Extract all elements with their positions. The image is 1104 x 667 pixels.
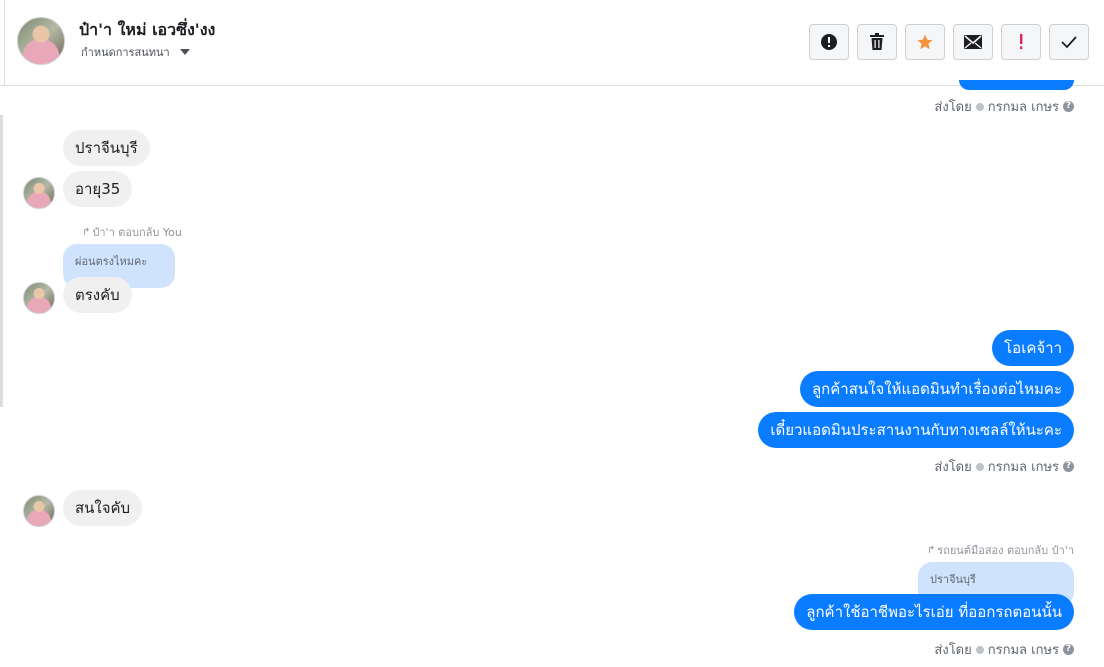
mark-unread-button[interactable] — [953, 24, 993, 60]
mail-icon — [964, 35, 982, 49]
help-icon[interactable]: ? — [1063, 644, 1074, 655]
check-icon — [1061, 36, 1077, 49]
sent-by-label: ส่งโดย กรกมล เกษร ? — [934, 96, 1074, 117]
message-bubble-outgoing — [959, 80, 1074, 90]
star-button[interactable] — [905, 24, 945, 60]
caret-down-icon — [179, 49, 190, 55]
reply-note: ↱ ป๋า'า ตอบกลับ You — [82, 223, 182, 241]
contact-name[interactable]: ป๋า'า ใหม่ เอวซึ่ง'งง — [79, 18, 215, 43]
help-icon[interactable]: ? — [1063, 101, 1074, 112]
avatar[interactable] — [17, 17, 65, 65]
conversation-settings-label: กำหนดการสนทนา — [81, 46, 170, 59]
message-bubble-outgoing[interactable]: โอเคจ้าา — [992, 330, 1074, 366]
star-icon — [917, 34, 933, 50]
reply-note-text: รถยนต์มือสอง ตอบกลับ ป๋า'า — [937, 544, 1074, 557]
delete-button[interactable] — [857, 24, 897, 60]
divider — [4, 0, 5, 86]
message-bubble-outgoing[interactable]: ลูกค้าสนใจให้แอดมินทำเรื่องต่อไหมคะ — [799, 371, 1074, 407]
status-dot-icon — [975, 645, 984, 654]
trash-icon — [870, 33, 884, 50]
reply-arrow-icon: ↱ — [926, 544, 936, 556]
conversation-settings[interactable]: กำหนดการสนทนา — [81, 43, 190, 61]
avatar[interactable] — [23, 495, 55, 527]
status-dot-icon — [975, 102, 984, 111]
message-bubble-incoming[interactable]: สนใจคับ — [63, 490, 143, 526]
avatar[interactable] — [23, 177, 55, 209]
status-dot-icon — [975, 462, 984, 471]
reply-note: ↱ รถยนต์มือสอง ตอบกลับ ป๋า'า — [927, 541, 1074, 559]
message-bubble-incoming[interactable]: ปราจีนบุรี — [63, 130, 150, 166]
sender-name[interactable]: กรกมล เกษร — [988, 639, 1059, 660]
avatar[interactable] — [23, 282, 55, 314]
message-bubble-incoming[interactable]: ตรงคับ — [63, 277, 132, 313]
message-bubble-incoming[interactable]: อายุ35 — [63, 171, 133, 207]
sender-name[interactable]: กรกมล เกษร — [988, 96, 1059, 117]
alert-button[interactable] — [809, 24, 849, 60]
toolbar — [809, 24, 1089, 60]
conversation-header: ป๋า'า ใหม่ เอวซึ่ง'งง กำหนดการสนทนา — [0, 0, 1104, 86]
exclamation-icon — [1020, 34, 1023, 50]
sent-by-prefix: ส่งโดย — [934, 643, 972, 658]
mark-spam-button[interactable] — [1001, 24, 1041, 60]
alert-icon — [821, 34, 837, 50]
scrollbar[interactable] — [0, 115, 3, 407]
reply-note-text: ป๋า'า ตอบกลับ You — [92, 226, 182, 239]
sender-name[interactable]: กรกมล เกษร — [988, 456, 1059, 477]
help-icon[interactable]: ? — [1063, 461, 1074, 472]
quoted-text: ปราจีนบุรี — [930, 573, 976, 586]
sent-by-label: ส่งโดย กรกมล เกษร ? — [934, 456, 1074, 477]
quoted-text: ผ่อนตรงไหมคะ — [75, 255, 148, 268]
sent-by-prefix: ส่งโดย — [934, 100, 972, 115]
message-bubble-outgoing[interactable]: เดี๋ยวแอดมินประสานงานกับทางเซลล์ให้นะคะ — [758, 412, 1074, 448]
sent-by-label: ส่งโดย กรกมล เกษร ? — [934, 639, 1074, 660]
message-bubble-outgoing[interactable]: ลูกค้าใช้อาชีพอะไรเอ่ย ที่ออกรถตอนนั้น — [794, 594, 1074, 630]
mark-done-button[interactable] — [1049, 24, 1089, 60]
reply-arrow-icon: ↱ — [82, 226, 91, 238]
sent-by-prefix: ส่งโดย — [934, 460, 972, 475]
